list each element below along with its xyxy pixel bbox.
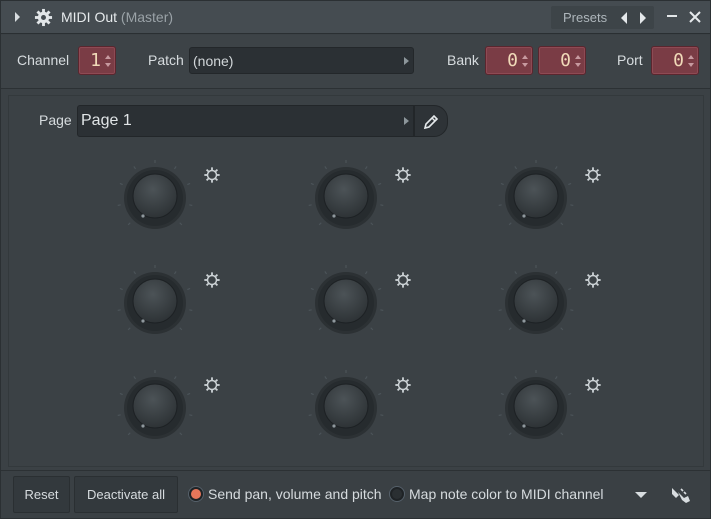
collapse-arrow-icon[interactable] <box>15 12 20 22</box>
spin-down-icon <box>522 63 528 67</box>
spin-down-icon <box>688 63 694 67</box>
spin-up-icon <box>522 55 528 59</box>
knob-settings-gear-icon[interactable] <box>394 166 412 184</box>
spin-up-icon <box>575 55 581 59</box>
previous-preset-icon[interactable] <box>621 12 627 24</box>
dropdown-caret-icon <box>404 117 409 125</box>
deactivate-all-button[interactable]: Deactivate all <box>74 476 178 513</box>
knob-settings-gear-icon[interactable] <box>584 166 602 184</box>
patch-dropdown[interactable]: (none) <box>189 47 414 74</box>
spin-down-icon <box>105 63 111 67</box>
presets-box: Presets <box>551 6 654 29</box>
close-icon[interactable] <box>687 9 703 25</box>
send-pan-label[interactable]: Send pan, volume and pitch <box>208 486 382 502</box>
bank-msb-spinbox[interactable]: 0 <box>485 46 533 75</box>
channel-label: Channel <box>17 52 70 68</box>
edit-page-button[interactable] <box>414 105 448 137</box>
knob[interactable] <box>496 158 576 238</box>
options-dropdown-icon[interactable] <box>635 492 647 498</box>
knob-settings-gear-icon[interactable] <box>394 271 412 289</box>
radio-off-indicator <box>392 489 402 499</box>
knob-settings-gear-icon[interactable] <box>394 376 412 394</box>
spin-up-icon <box>105 55 111 59</box>
window-title-name: MIDI Out <box>61 9 118 25</box>
knob-settings-gear-icon[interactable] <box>584 376 602 394</box>
knob[interactable] <box>306 158 386 238</box>
port-value: 0 <box>673 50 684 71</box>
channel-value: 1 <box>90 50 101 71</box>
presets-button[interactable]: Presets <box>563 10 607 25</box>
bank-msb-value: 0 <box>507 50 518 71</box>
port-label: Port <box>617 52 643 68</box>
title-bar: MIDI Out (Master) Presets <box>1 1 710 34</box>
map-note-label[interactable]: Map note color to MIDI channel <box>409 486 604 502</box>
knob[interactable] <box>115 263 195 343</box>
plugin-gear-icon[interactable] <box>34 8 53 27</box>
knob-settings-gear-icon[interactable] <box>584 271 602 289</box>
top-controls: Channel 1 Patch (none) Bank 0 0 Port 0 <box>1 35 710 89</box>
next-preset-icon[interactable] <box>640 12 646 24</box>
window-title-suffix: (Master) <box>120 9 174 25</box>
knob[interactable] <box>496 263 576 343</box>
reset-button[interactable]: Reset <box>13 476 70 513</box>
knob-settings-gear-icon[interactable] <box>203 376 221 394</box>
page-value: Page 1 <box>81 112 132 129</box>
send-pan-radio[interactable] <box>188 486 204 502</box>
bottom-bar: Reset Deactivate all Send pan, volume an… <box>1 470 710 518</box>
radio-on-indicator <box>191 489 201 499</box>
knob-settings-gear-icon[interactable] <box>203 166 221 184</box>
midi-out-window: MIDI Out (Master) Presets Channel 1 Patc… <box>0 0 711 519</box>
knob[interactable] <box>306 368 386 448</box>
knob[interactable] <box>115 158 195 238</box>
patch-value: (none) <box>193 53 234 69</box>
pencil-icon <box>423 114 439 130</box>
knob[interactable] <box>115 368 195 448</box>
page-label: Page <box>39 112 72 128</box>
spin-down-icon <box>575 63 581 67</box>
window-title: MIDI Out (Master) <box>61 9 173 25</box>
bank-lsb-value: 0 <box>560 50 571 71</box>
knob[interactable] <box>306 263 386 343</box>
patch-label: Patch <box>148 52 184 68</box>
channel-spinbox[interactable]: 1 <box>78 46 116 75</box>
bank-label: Bank <box>447 52 479 68</box>
page-dropdown[interactable]: Page 1 <box>77 105 414 137</box>
port-spinbox[interactable]: 0 <box>651 46 699 75</box>
dropdown-caret-icon <box>404 57 409 65</box>
knob[interactable] <box>496 368 576 448</box>
minimize-icon[interactable] <box>667 15 677 17</box>
plug-icon[interactable] <box>669 483 693 507</box>
spin-up-icon <box>688 55 694 59</box>
knob-settings-gear-icon[interactable] <box>203 271 221 289</box>
bank-lsb-spinbox[interactable]: 0 <box>538 46 586 75</box>
map-note-radio[interactable] <box>389 486 405 502</box>
